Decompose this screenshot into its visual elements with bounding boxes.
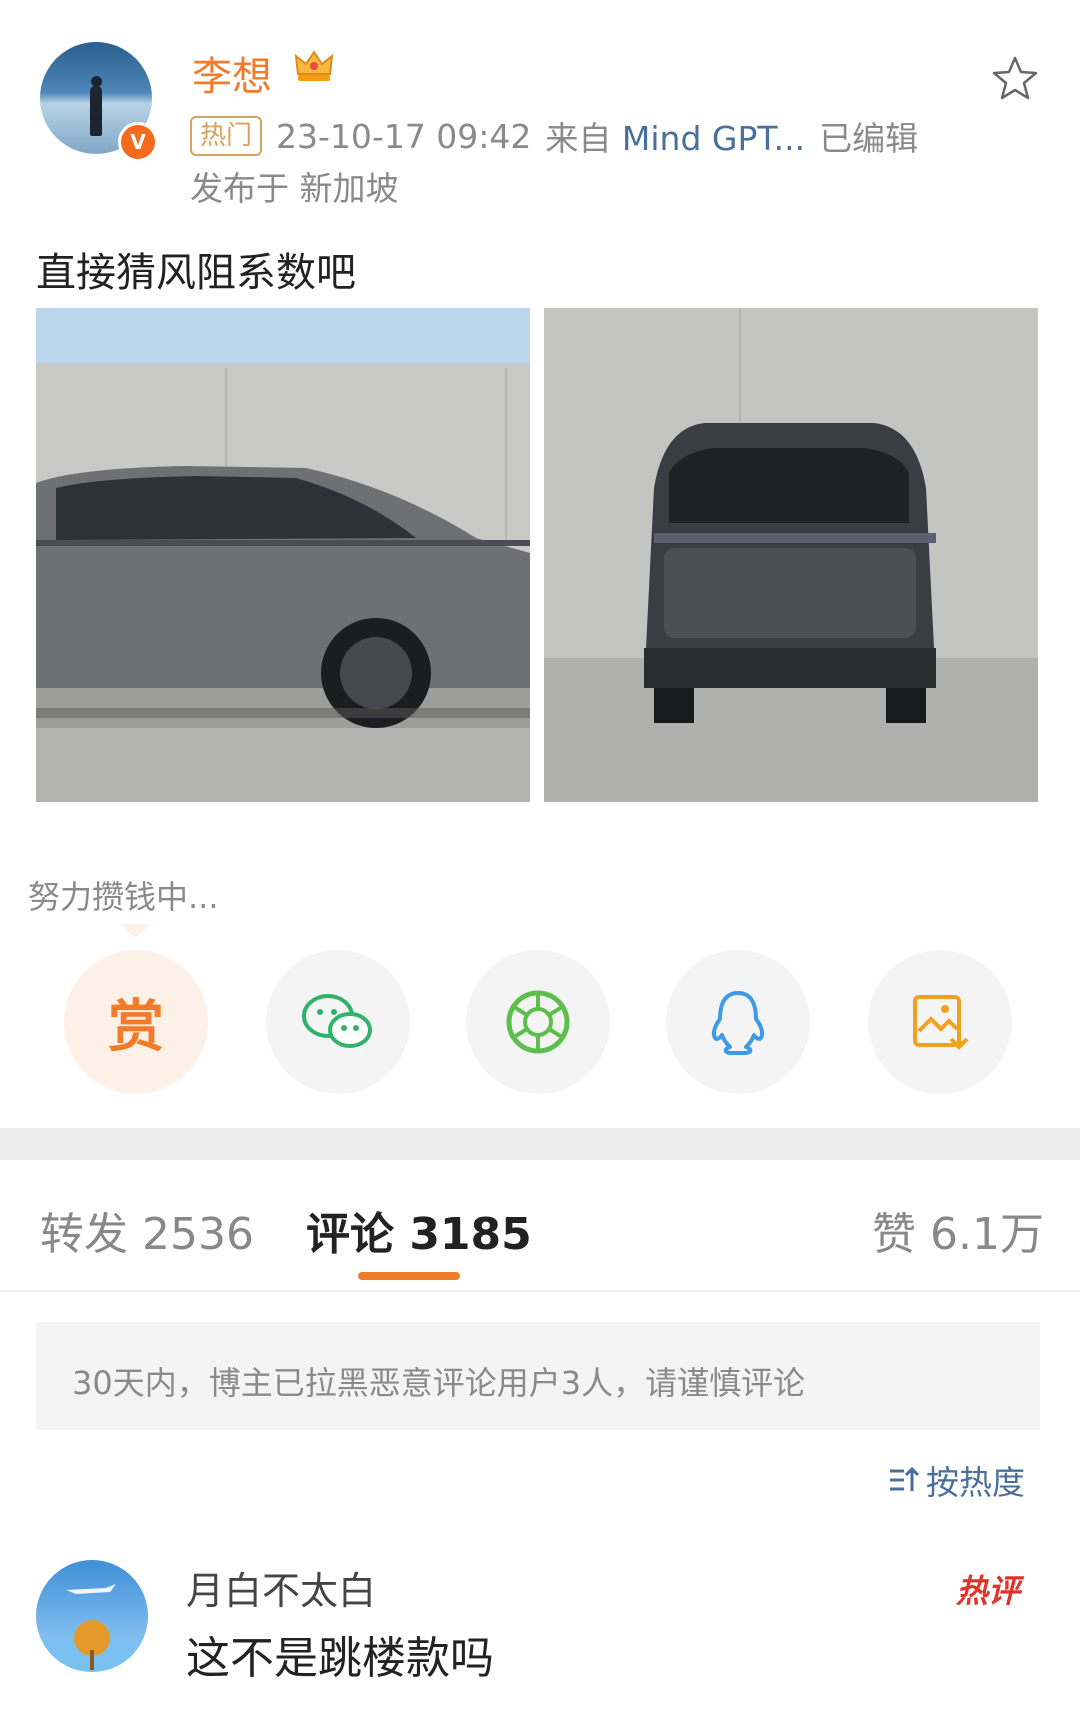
verified-badge: V [118, 122, 158, 162]
post-location: 发布于 新加坡 [190, 169, 399, 208]
author-name[interactable]: 李想 [192, 44, 272, 102]
tab-comments[interactable]: 评论 3185 [306, 1198, 532, 1262]
reward-button[interactable]: 赏 [64, 950, 208, 1094]
hot-comment-badge: 热评 [956, 1572, 1021, 1610]
post-image-1[interactable] [36, 308, 530, 802]
tab-repost[interactable]: 转发 2536 [40, 1198, 254, 1262]
reward-prompt: 努力攒钱中... [28, 878, 219, 916]
reward-icon: 赏 [108, 994, 164, 1060]
share-moments-button[interactable] [466, 950, 610, 1094]
post-image-2[interactable] [544, 308, 1038, 802]
commenter-name[interactable]: 月白不太白 [186, 1560, 376, 1615]
post-timestamp: 23-10-17 09:42 [276, 116, 532, 156]
post-meta: 热门 23-10-17 09:42 来自 Mind GPT... 已编辑 [190, 112, 918, 160]
share-qq-button[interactable] [666, 950, 810, 1094]
source-prefix: 来自 [545, 119, 612, 158]
source-link[interactable]: Mind GPT... [622, 119, 805, 158]
comment-notice: 30天内，博主已拉黑恶意评论用户3人，请谨慎评论 [72, 1364, 806, 1402]
wechat-icon [302, 994, 372, 1048]
hot-tag: 热门 [190, 116, 263, 156]
prompt-pointer [120, 924, 150, 938]
comment-text: 这不是跳楼款吗 [186, 1633, 494, 1684]
edited-label[interactable]: 已编辑 [819, 112, 918, 160]
moments-icon [506, 990, 570, 1054]
tabs-divider [0, 1290, 1080, 1292]
sort-by-hot-button[interactable]: 按热度 [888, 1456, 1025, 1504]
commenter-avatar[interactable] [36, 1560, 148, 1672]
qq-icon [711, 991, 765, 1055]
post-text: 直接猜风阻系数吧 [36, 250, 356, 296]
tab-likes[interactable]: 赞 6.1万 [872, 1198, 1044, 1262]
active-tab-indicator [358, 1272, 460, 1280]
section-divider [0, 1128, 1080, 1160]
save-image-icon [913, 995, 969, 1050]
save-image-button[interactable] [868, 950, 1012, 1094]
sort-label: 按热度 [926, 1463, 1025, 1502]
crown-icon [294, 50, 334, 81]
share-wechat-button[interactable] [266, 950, 410, 1094]
sort-icon [890, 1466, 920, 1491]
favorite-star-icon[interactable] [990, 54, 1040, 104]
